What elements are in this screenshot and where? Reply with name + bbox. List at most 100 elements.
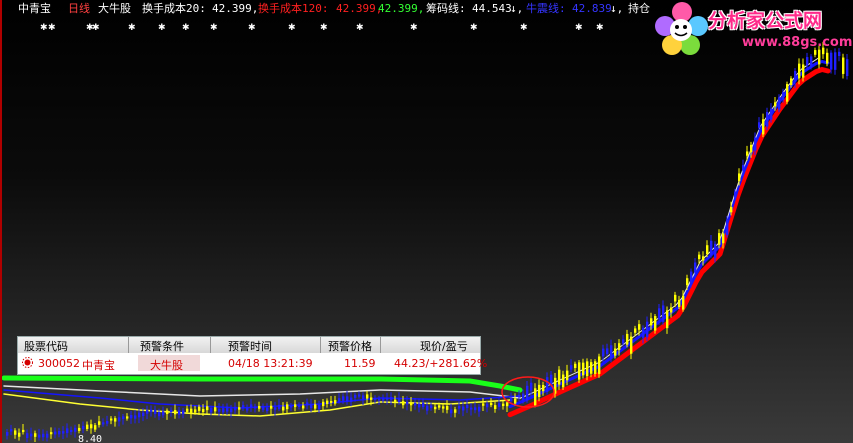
candle-down bbox=[230, 408, 233, 413]
candle-down bbox=[274, 407, 277, 410]
candle-down bbox=[54, 431, 57, 435]
candle-down bbox=[374, 398, 377, 401]
candle-down bbox=[694, 262, 697, 273]
col-header-condition[interactable]: 预警条件 bbox=[140, 338, 184, 354]
candle-up bbox=[786, 84, 789, 102]
candle-up bbox=[502, 403, 505, 407]
candle-down bbox=[378, 398, 381, 401]
site-logo: 分析家公式网 www.88gs.com bbox=[652, 0, 853, 58]
candle-down bbox=[306, 402, 309, 406]
candle-up bbox=[86, 424, 89, 429]
col-header-price[interactable]: 预警价格 bbox=[328, 338, 372, 354]
candle-up bbox=[90, 424, 93, 429]
candle-up bbox=[258, 405, 261, 409]
candle-up bbox=[22, 429, 25, 433]
candle-down bbox=[146, 410, 149, 414]
period-label[interactable]: 日线 bbox=[68, 0, 90, 18]
candle-down bbox=[358, 394, 361, 397]
row-code: 300052 bbox=[38, 357, 80, 370]
signal-star-icon: ✱ bbox=[520, 23, 528, 33]
candle-down bbox=[422, 402, 425, 408]
candle-up bbox=[578, 362, 581, 380]
candle-up bbox=[326, 400, 329, 404]
candle-down bbox=[778, 97, 781, 110]
candle-down bbox=[518, 394, 521, 398]
column-divider bbox=[210, 337, 211, 353]
candle-up bbox=[614, 348, 617, 356]
logo-url: www.88gs.com bbox=[742, 35, 853, 50]
candle-down bbox=[770, 108, 773, 120]
candle-down bbox=[642, 327, 645, 338]
candle-up bbox=[198, 406, 201, 411]
col-header-current[interactable]: 现价/盈亏 bbox=[420, 338, 468, 354]
candle-up bbox=[542, 384, 545, 392]
candle-up bbox=[762, 119, 765, 135]
candle-down bbox=[142, 412, 145, 416]
candle-down bbox=[690, 271, 693, 284]
candle-down bbox=[222, 408, 225, 413]
row-current: 44.23/+281.62% bbox=[394, 357, 488, 370]
candle-down bbox=[526, 385, 529, 401]
signal-star-icon: ✱ bbox=[320, 23, 328, 33]
yellow-cost-line bbox=[3, 393, 511, 417]
candle-up bbox=[286, 404, 289, 410]
red-cost-line bbox=[507, 67, 831, 418]
candle-up bbox=[514, 398, 517, 404]
candle-down bbox=[58, 430, 61, 435]
candle-down bbox=[62, 431, 65, 434]
candle-down bbox=[470, 407, 473, 410]
candle-down bbox=[118, 417, 121, 422]
chip-label: 筹码线: bbox=[426, 2, 466, 15]
candle-down bbox=[602, 348, 605, 357]
signal-star-icon: ✱ bbox=[48, 23, 56, 33]
candle-down bbox=[382, 398, 385, 401]
candle-down bbox=[46, 433, 49, 438]
candle-down bbox=[138, 412, 141, 418]
candle-down bbox=[742, 165, 745, 171]
candle-down bbox=[298, 404, 301, 407]
candle-down bbox=[414, 402, 417, 406]
candle-down bbox=[262, 405, 265, 410]
stock-name[interactable]: 中青宝 bbox=[18, 0, 51, 18]
candle-up bbox=[562, 374, 565, 388]
candle-up bbox=[574, 363, 577, 368]
candle-up bbox=[98, 421, 101, 425]
candle-down bbox=[162, 411, 165, 416]
candle-up bbox=[802, 64, 805, 78]
candle-up bbox=[494, 405, 497, 409]
candle-down bbox=[426, 405, 429, 411]
candle-up bbox=[598, 356, 601, 374]
price-chart[interactable]: ✱ ✱ ✱✱ ✱ ✱ ✱ ✱ ✱ ✱ ✱ ✱ ✱ ✱ ✱ ✱ ✱ 8.40 bbox=[0, 0, 853, 443]
candle-up bbox=[174, 410, 177, 415]
col-header-code[interactable]: 股票代码 bbox=[24, 338, 68, 354]
candle-down bbox=[154, 409, 157, 415]
signal-star-icon: ✱ bbox=[356, 23, 364, 33]
col-header-time[interactable]: 预警时间 bbox=[228, 338, 272, 354]
signal-star-icon: ✱ bbox=[182, 23, 190, 33]
candle-down bbox=[522, 393, 525, 400]
candle-down bbox=[74, 427, 77, 432]
candle-down bbox=[278, 404, 281, 410]
signal-star-icon: ✱ bbox=[128, 23, 136, 33]
table-row[interactable]: 300052 中青宝 大牛股 04/18 13:21:39 11.59 44.2… bbox=[18, 354, 487, 373]
chip-value: 44.543 bbox=[472, 2, 512, 15]
cost20-label: 换手成本20: bbox=[142, 2, 206, 15]
candle-up bbox=[686, 278, 689, 286]
candle-up bbox=[282, 406, 285, 411]
candle-down bbox=[134, 415, 137, 419]
signal-star-icon: ✱ bbox=[596, 23, 604, 33]
candle-up bbox=[682, 295, 685, 310]
candle-down bbox=[458, 406, 461, 409]
row-name: 中青宝 bbox=[82, 359, 115, 372]
candle-up bbox=[670, 307, 673, 313]
candle-up bbox=[730, 206, 733, 213]
candle-up bbox=[394, 399, 397, 403]
chart-window[interactable]: ✱ ✱ ✱ ✱ ✱ ✱ ✱ ✱ ✱ ✱ ✱ ✱ ✱ ✱ ✱ ✱ ✱ 8.40 中青宝 日线 大牛股 换手成本20… bbox=[0, 0, 853, 443]
candle-up bbox=[798, 63, 801, 79]
candle-down bbox=[754, 137, 757, 151]
candle-up bbox=[558, 369, 561, 385]
candle-down bbox=[310, 404, 313, 409]
candle-up bbox=[666, 310, 669, 329]
candle-down bbox=[478, 406, 481, 412]
row-condition: 大牛股 bbox=[150, 359, 183, 372]
